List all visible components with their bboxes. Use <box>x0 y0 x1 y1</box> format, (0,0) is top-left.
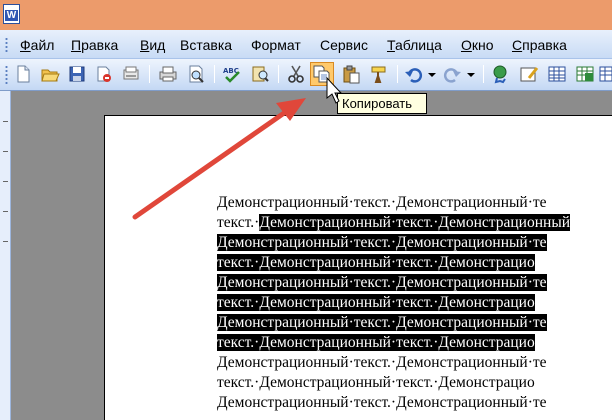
annotation-arrow <box>132 76 343 220</box>
mouse-cursor-icon <box>326 76 343 104</box>
